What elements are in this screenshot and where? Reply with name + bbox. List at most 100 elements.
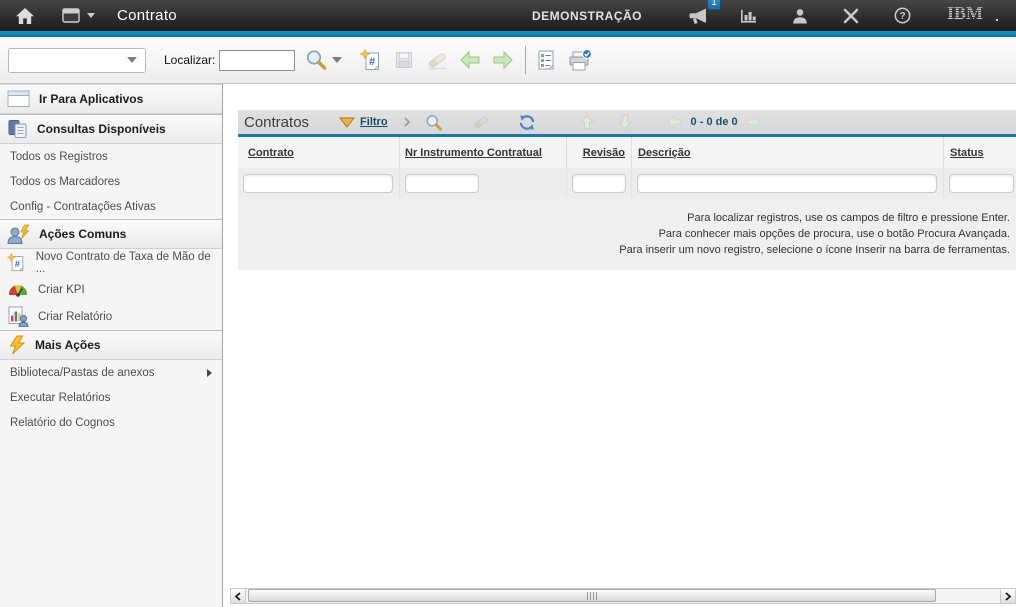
scrollbar-thumb[interactable]	[248, 589, 936, 602]
kpi-gauge-icon	[7, 282, 29, 297]
advanced-search-button[interactable]	[424, 112, 444, 132]
filter-input-revisao[interactable]	[572, 174, 626, 193]
table-filter-row	[238, 168, 1016, 198]
next-page-icon	[746, 115, 761, 129]
submenu-arrow-icon	[207, 369, 212, 377]
previous-record-icon	[459, 50, 481, 70]
empty-table-help: Para localizar registros, use os campos …	[238, 198, 1016, 270]
sidebar-section-label: Ir Para Aplicativos	[39, 92, 143, 106]
print-button[interactable]	[566, 47, 592, 73]
sidebar-section-label: Mais Ações	[35, 338, 101, 352]
sidebar-item-label: Biblioteca/Pastas de anexos	[10, 367, 154, 379]
next-record-icon	[492, 50, 514, 70]
toolbar-separator	[525, 46, 526, 74]
app-window-icon	[7, 90, 31, 108]
sidebar-item-config-contratacoes-ativas[interactable]: Config - Contratações Ativas	[0, 194, 222, 219]
sidebar-item-biblioteca-pastas-de-anexos[interactable]: Biblioteca/Pastas de anexos	[0, 360, 222, 385]
search-button[interactable]	[303, 47, 329, 73]
contracts-table-panel: Contratos Filtro	[238, 110, 1016, 270]
chevron-left-icon	[234, 592, 242, 601]
sidebar-item-relatorio-do-cognos[interactable]: Relatório do Cognos	[0, 410, 222, 435]
help-button[interactable]: ?	[889, 3, 915, 29]
move-down-button[interactable]	[615, 112, 635, 132]
sidebar-section-available-queries[interactable]: Consultas Disponíveis	[0, 114, 222, 144]
sidebar-item-executar-relatorios[interactable]: Executar Relatórios	[0, 385, 222, 410]
home-icon[interactable]	[12, 3, 38, 29]
next-record-button[interactable]	[490, 47, 516, 73]
help-line: Para inserir um novo registro, selecione…	[238, 242, 1010, 258]
sidebar-section-go-to-applications[interactable]: Ir Para Aplicativos	[0, 84, 222, 114]
notification-badge: 1	[707, 0, 721, 10]
user-icon	[792, 8, 808, 24]
sidebar-item-todos-os-marcadores[interactable]: Todos os Marcadores	[0, 169, 222, 194]
move-down-icon	[617, 114, 633, 130]
find-label: Localizar:	[164, 53, 215, 67]
find-input[interactable]	[219, 50, 295, 71]
clear-filter-button[interactable]	[472, 112, 492, 132]
horizontal-scrollbar[interactable]	[230, 588, 1016, 604]
search-options-caret[interactable]	[332, 57, 342, 63]
sidebar-item-label: Todos os Registros	[10, 151, 108, 163]
scroll-left-button[interactable]	[231, 589, 246, 603]
sidebar-item-criar-kpi[interactable]: Criar KPI	[0, 276, 222, 303]
svg-text:#: #	[369, 56, 375, 68]
move-up-button[interactable]	[577, 112, 597, 132]
sidebar-section-more-actions[interactable]: Mais Ações	[0, 330, 222, 360]
queries-icon	[7, 119, 29, 139]
filter-input-descricao[interactable]	[637, 174, 937, 193]
clear-filter-icon	[472, 113, 491, 131]
pagination-label: 0 - 0 de 0	[691, 116, 738, 128]
table-titlebar: Contratos Filtro	[238, 110, 1016, 137]
main-content: Contratos Filtro	[224, 84, 1016, 607]
sidebar-section-common-actions[interactable]: Ações Comuns	[0, 219, 222, 249]
help-line: Para localizar registros, use os campos …	[238, 210, 1010, 226]
sidebar-item-novo-contrato[interactable]: # Novo Contrato de Taxa de Mão de ...	[0, 249, 222, 276]
applications-menu-button[interactable]	[62, 8, 95, 24]
top-navbar: Contrato DEMONSTRAÇÃO 1	[0, 0, 1016, 31]
filter-input-contrato[interactable]	[243, 174, 393, 193]
column-header-revisao[interactable]: Revisão	[567, 137, 632, 168]
previous-page-button[interactable]	[665, 112, 685, 132]
record-toolbar: Localizar: #	[0, 37, 1016, 84]
filter-input-nr-instrumento[interactable]	[405, 174, 479, 193]
environment-label: DEMONSTRAÇÃO	[532, 9, 642, 23]
refresh-button[interactable]	[517, 112, 537, 132]
goto-combobox[interactable]	[8, 48, 146, 73]
announcements-button[interactable]: 1	[685, 3, 711, 29]
save-button[interactable]	[391, 47, 417, 73]
filter-link[interactable]: Filtro	[360, 116, 388, 128]
scroll-right-button[interactable]	[1000, 589, 1015, 603]
person-lightning-icon	[7, 224, 31, 244]
sidebar-item-label: Config - Contratações Ativas	[10, 201, 156, 213]
column-header-contrato[interactable]: Contrato	[238, 137, 400, 168]
clear-changes-button[interactable]	[424, 47, 450, 73]
sidebar-item-label: Relatório do Cognos	[10, 417, 115, 429]
applications-menu-icon	[62, 8, 82, 24]
sidebar-item-label: Criar KPI	[38, 284, 85, 296]
previous-record-button[interactable]	[457, 47, 483, 73]
column-header-status[interactable]: Status	[944, 137, 1016, 168]
filter-input-status[interactable]	[949, 174, 1014, 193]
announcements-icon	[687, 7, 710, 25]
new-record-button[interactable]: #	[358, 47, 384, 73]
sidebar-item-label: Criar Relatório	[38, 311, 112, 323]
logout-button[interactable]	[838, 3, 864, 29]
list-view-button[interactable]	[533, 47, 559, 73]
reports-button[interactable]	[736, 3, 762, 29]
sidebar-item-label: Todos os Marcadores	[10, 176, 120, 188]
help-line: Para conhecer mais opções de procura, us…	[238, 226, 1010, 242]
sidebar-item-todos-os-registros[interactable]: Todos os Registros	[0, 144, 222, 169]
search-icon	[304, 48, 328, 72]
next-page-button[interactable]	[744, 112, 764, 132]
clear-changes-icon	[426, 49, 449, 71]
ibm-logo: IBM	[946, 4, 1000, 27]
sidebar-item-label: Novo Contrato de Taxa de Mão de ...	[36, 251, 212, 275]
close-icon	[843, 8, 859, 24]
column-header-nr-instrumento-contratual[interactable]: Nr Instrumento Contratual	[400, 137, 567, 168]
profile-button[interactable]	[787, 3, 813, 29]
table-column-headers: Contrato Nr Instrumento Contratual Revis…	[238, 137, 1016, 168]
column-header-descricao[interactable]: Descrição	[632, 137, 944, 168]
sidebar-item-criar-relatorio[interactable]: Criar Relatório	[0, 303, 222, 330]
chevron-right-icon	[1004, 592, 1012, 601]
new-record-icon: #	[7, 252, 27, 274]
